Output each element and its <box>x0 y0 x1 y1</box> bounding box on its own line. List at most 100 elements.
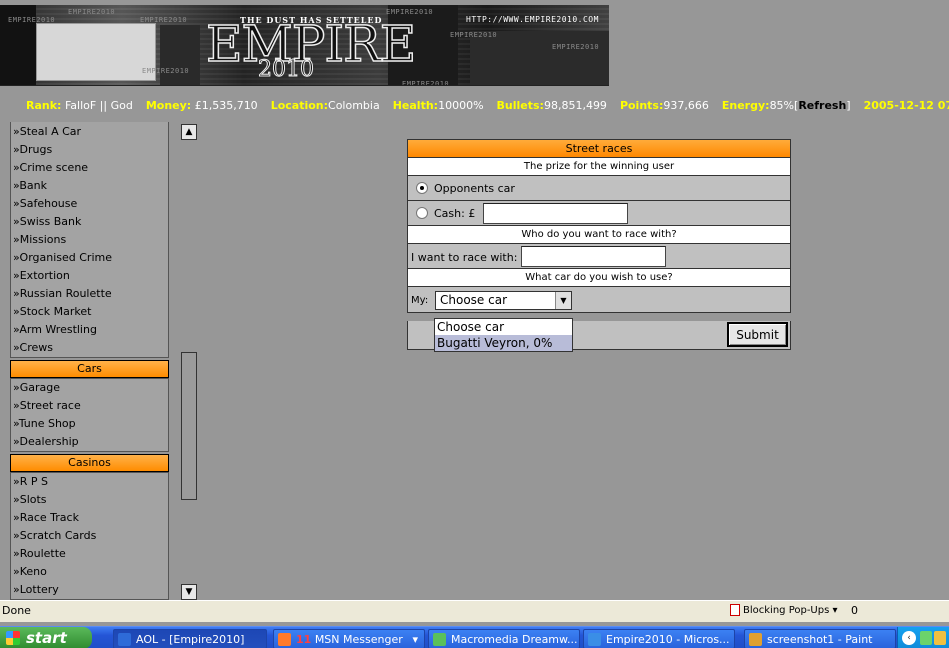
taskbar-task[interactable]: screenshot1 - Paint <box>744 629 896 648</box>
browser-counter: 0 <box>851 604 858 617</box>
sidebar-item-keno[interactable]: »Keno <box>11 563 168 581</box>
task-app-icon <box>433 633 446 646</box>
cash-radio[interactable] <box>416 207 428 219</box>
money-label: Money: <box>145 99 192 112</box>
car-option[interactable]: Choose car <box>435 319 572 335</box>
sidebar-item-r-p-s[interactable]: »R P S <box>11 473 168 491</box>
task-app-icon <box>278 633 291 646</box>
sidebar-item-extortion[interactable]: »Extortion <box>11 267 168 285</box>
race-with-label: I want to race with: <box>411 251 518 264</box>
taskbar-task[interactable]: 11 MSN Messenger ▾ <box>273 629 425 648</box>
sidebar-item-swiss-bank[interactable]: »Swiss Bank <box>11 213 168 231</box>
banner-watermark: EMPIRE2010 <box>402 80 450 86</box>
opponents-car-radio[interactable] <box>416 182 428 194</box>
banner-watermark: EMPIRE2010 <box>552 43 600 51</box>
submit-button[interactable]: Submit <box>727 322 788 347</box>
popup-blocker-icon <box>730 604 740 616</box>
taskbar-task[interactable]: Macromedia Dreamw... <box>428 629 580 648</box>
sidebar-item-steal-a-car[interactable]: »Steal A Car <box>11 123 168 141</box>
my-car-label: My: <box>411 295 429 306</box>
tray-chevron-icon[interactable]: ‹ <box>902 631 916 645</box>
cash-option[interactable]: Cash: £ <box>408 201 790 226</box>
cash-input[interactable] <box>483 203 628 224</box>
car-select[interactable]: Choose car ▼ <box>435 291 572 310</box>
sidebar-item-stock-market[interactable]: »Stock Market <box>11 303 168 321</box>
sidebar-item-lottery[interactable]: »Lottery <box>11 581 168 599</box>
health-value: 10000% <box>438 99 484 112</box>
banner-building <box>160 25 200 85</box>
refresh-link[interactable]: Refresh <box>798 99 846 112</box>
sidebar-item-street-race[interactable]: »Street race <box>11 397 168 415</box>
scroll-up-arrow-icon[interactable]: ▲ <box>181 124 197 140</box>
refresh-bracket-close: ] <box>846 99 851 112</box>
sidebar-item-roulette[interactable]: »Roulette <box>11 545 168 563</box>
sidebar-nav: »Steal A Car »Drugs »Crime scene »Bank »Safe… <box>10 122 169 600</box>
race-with-row: I want to race with: <box>408 244 790 269</box>
sidebar-item-garage[interactable]: »Garage <box>11 379 168 397</box>
opponents-car-label: Opponents car <box>434 182 515 195</box>
sidebar-item-russian-roulette[interactable]: »Russian Roulette <box>11 285 168 303</box>
popup-blocker-label: Blocking Pop-Ups <box>743 605 830 616</box>
windows-flag-icon <box>6 631 20 645</box>
task-label: MSN Messenger <box>314 633 403 646</box>
sidebar-item-scratch-cards[interactable]: »Scratch Cards <box>11 527 168 545</box>
start-button[interactable]: start <box>0 627 92 648</box>
dropdown-arrow-icon[interactable]: ▼ <box>555 292 571 309</box>
banner-watermark: EMPIRE2010 <box>450 31 498 39</box>
scrollbar-thumb[interactable] <box>181 352 197 500</box>
sidebar-item-tune-shop[interactable]: »Tune Shop <box>11 415 168 433</box>
browser-status-text: Done <box>2 604 31 617</box>
who-heading: Who do you want to race with? <box>408 226 790 244</box>
car-option[interactable]: Bugatti Veyron, 0% <box>435 335 572 351</box>
casinos-menu: »R P S »Slots »Race Track »Scratch Cards »Ro… <box>10 472 169 600</box>
sidebar-item-organised-crime[interactable]: »Organised Crime <box>11 249 168 267</box>
start-label: start <box>26 629 67 647</box>
energy-label: Energy: <box>721 99 770 112</box>
tray-app-icon[interactable] <box>934 631 946 645</box>
sidebar-item-drugs[interactable]: »Drugs <box>11 141 168 159</box>
sidebar-item-missions[interactable]: »Missions <box>11 231 168 249</box>
task-app-icon <box>118 633 131 646</box>
cars-menu: »Garage »Street race »Tune Shop »Dealership <box>10 378 169 452</box>
site-banner: EMPIRE2010 EMPIRE2010 EMPIRE2010 EMPIRE2… <box>0 5 609 86</box>
task-label: screenshot1 - Paint <box>767 633 873 646</box>
sidebar-item-bank[interactable]: »Bank <box>11 177 168 195</box>
car-heading: What car do you wish to use? <box>408 269 790 287</box>
cars-menu-header: Cars <box>10 360 169 378</box>
casinos-menu-header: Casinos <box>10 454 169 472</box>
task-menu-arrow-icon[interactable]: ▾ <box>412 630 418 648</box>
sidebar-item-arm-wrestling[interactable]: »Arm Wrestling <box>11 321 168 339</box>
car-select-row: My: Choose car ▼ <box>408 287 790 312</box>
banner-logo-year: 2010 <box>258 57 315 83</box>
banner-watermark: EMPIRE2010 <box>8 16 56 24</box>
sidebar-item-slots[interactable]: »Slots <box>11 491 168 509</box>
player-stats-bar: Rank: FalloF || God Money: £1,535,710 Loca… <box>0 96 949 116</box>
race-with-input[interactable] <box>521 246 666 267</box>
sidebar-item-safehouse[interactable]: »Safehouse <box>11 195 168 213</box>
sidebar-item-crews[interactable]: »Crews <box>11 339 168 357</box>
energy-value: 85% <box>769 99 795 112</box>
server-datetime: 2005-12-12 07:51 <box>863 99 949 112</box>
popup-blocker[interactable]: Blocking Pop-Ups ▾ <box>730 602 838 620</box>
popup-blocker-arrow-icon[interactable]: ▾ <box>833 605 838 616</box>
task-app-icon <box>588 633 601 646</box>
form-title: Street races <box>408 140 790 158</box>
cash-label: Cash: £ <box>434 207 476 220</box>
location-value: Colombia <box>328 99 380 112</box>
car-dropdown-list[interactable]: Choose car Bugatti Veyron, 0% <box>434 318 573 352</box>
sidebar-item-dealership[interactable]: »Dealership <box>11 433 168 451</box>
scroll-down-arrow-icon[interactable]: ▼ <box>181 584 197 600</box>
taskbar-task[interactable]: Empire2010 - Micros... <box>583 629 735 648</box>
banner-url: HTTP://WWW.EMPIRE2010.COM <box>466 15 599 24</box>
rank-label: Rank: <box>26 99 62 112</box>
opponents-car-option[interactable]: Opponents car <box>408 176 790 201</box>
sidebar-item-crime-scene[interactable]: »Crime scene <box>11 159 168 177</box>
windows-taskbar: start AOL - [Empire2010] 11 MSN Messenger… <box>0 626 949 648</box>
tray-network-icon[interactable] <box>920 631 932 645</box>
prize-heading: The prize for the winning user <box>408 158 790 176</box>
banner-watermark: EMPIRE2010 <box>140 16 188 24</box>
taskbar-task[interactable]: AOL - [Empire2010] <box>113 629 267 648</box>
sidebar-item-race-track[interactable]: »Race Track <box>11 509 168 527</box>
points-value: 937,666 <box>663 99 709 112</box>
car-select-value: Choose car <box>440 293 508 307</box>
